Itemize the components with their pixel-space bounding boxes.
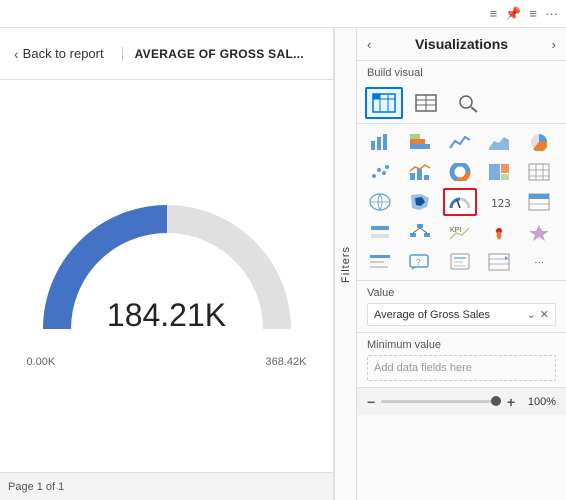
viz-collapse-arrow[interactable]: ‹ [367,37,371,52]
viz-form-icon[interactable] [407,87,445,119]
viz-matrix[interactable] [522,158,556,186]
viz-treemap[interactable] [482,158,516,186]
viz-stacked-bar[interactable] [403,128,437,156]
page-footer: Page 1 of 1 [0,472,333,500]
zoom-percentage: 100% [521,396,556,408]
expand-icon[interactable]: ⌄ [527,308,536,321]
viz-donut[interactable] [443,158,477,186]
viz-kpi[interactable]: KPI [443,218,477,246]
top-toolbar: ≡ 📌 ≡ ··· [0,0,566,28]
value-field-icons: ⌄ ✕ [527,308,549,321]
zoom-slider-thumb[interactable] [491,396,501,406]
viz-smart-narr[interactable] [443,248,477,276]
viz-search-icon[interactable] [449,87,487,119]
page-label: Page 1 of 1 [8,481,64,493]
chart-area: 184.21K 0.00K 368.42K [0,80,333,472]
viz-map[interactable] [363,188,397,216]
zoom-minus-button[interactable]: − [367,394,375,410]
gauge-labels: 0.00K 368.42K [27,356,307,368]
zoom-slider[interactable] [381,400,501,403]
pin-icon[interactable]: 📌 [505,6,521,22]
viz-number[interactable]: 123 [482,188,516,216]
viz-panel-header: ‹ Visualizations › [357,28,566,61]
viz-scatter[interactable] [363,158,397,186]
svg-text:123: 123 [491,197,510,210]
viz-bar-chart[interactable] [363,128,397,156]
viz-qna[interactable]: ? [403,248,437,276]
gauge-min-label: 0.00K [27,356,56,368]
value-field-text: Average of Gross Sales [374,309,527,321]
value-section-label: Value [367,287,556,299]
report-title: AVERAGE OF GROSS SAL... [122,47,304,61]
viz-table2[interactable] [522,188,556,216]
filters-strip[interactable]: Filters [334,28,356,500]
viz-filled-map[interactable] [403,188,437,216]
zoom-plus-button[interactable]: + [507,394,515,410]
min-value-section: Minimum value Add data fields here [357,332,566,387]
value-section: Value Average of Gross Sales ⌄ ✕ [357,280,566,332]
min-value-section-label: Minimum value [367,339,556,351]
more-icon[interactable]: ··· [545,6,558,21]
viz-map2[interactable] [482,218,516,246]
placeholder-text: Add data fields here [374,362,472,374]
viz-top-icons [357,83,566,124]
viz-custom[interactable] [522,218,556,246]
viz-grid: 123 [357,124,566,280]
gauge-max-label: 368.42K [266,356,307,368]
build-visual-label: Build visual [357,61,566,83]
viz-decomp[interactable] [403,218,437,246]
filter-icon[interactable]: ≡ [529,6,537,21]
report-header: ‹ Back to report AVERAGE OF GROSS SAL... [0,28,333,80]
gauge-container: 184.21K [27,184,307,344]
hamburger-icon[interactable]: ≡ [490,6,498,21]
back-arrow-icon: ‹ [14,46,19,62]
viz-pie-chart[interactable] [522,128,556,156]
value-field-chip[interactable]: Average of Gross Sales ⌄ ✕ [367,303,556,326]
filters-label: Filters [340,246,352,283]
viz-combo[interactable] [403,158,437,186]
back-label: Back to report [23,46,104,61]
viz-line-chart[interactable] [443,128,477,156]
viz-slicer[interactable] [363,218,397,246]
gauge-value: 184.21K [107,297,226,334]
svg-text:?: ? [416,258,421,267]
main-area: ‹ Back to report AVERAGE OF GROSS SAL...… [0,28,566,500]
add-field-placeholder[interactable]: Add data fields here [367,355,556,381]
remove-icon[interactable]: ✕ [540,308,549,321]
viz-paginated[interactable] [482,248,516,276]
viz-expand-arrow[interactable]: › [552,37,556,52]
viz-text[interactable] [363,248,397,276]
viz-table-icon[interactable] [365,87,403,119]
app-container: ≡ 📌 ≡ ··· ‹ Back to report AVERAGE OF GR… [0,0,566,500]
viz-more[interactable]: ··· [522,248,556,276]
viz-panel-title: Visualizations [415,36,508,52]
zoom-bar: − + 100% [357,387,566,415]
viz-area-chart[interactable] [482,128,516,156]
viz-panel: ‹ Visualizations › Build visual [356,28,566,500]
report-panel: ‹ Back to report AVERAGE OF GROSS SAL...… [0,28,334,500]
viz-gauge-selected[interactable] [443,188,477,216]
back-to-report-button[interactable]: ‹ Back to report [8,42,110,66]
